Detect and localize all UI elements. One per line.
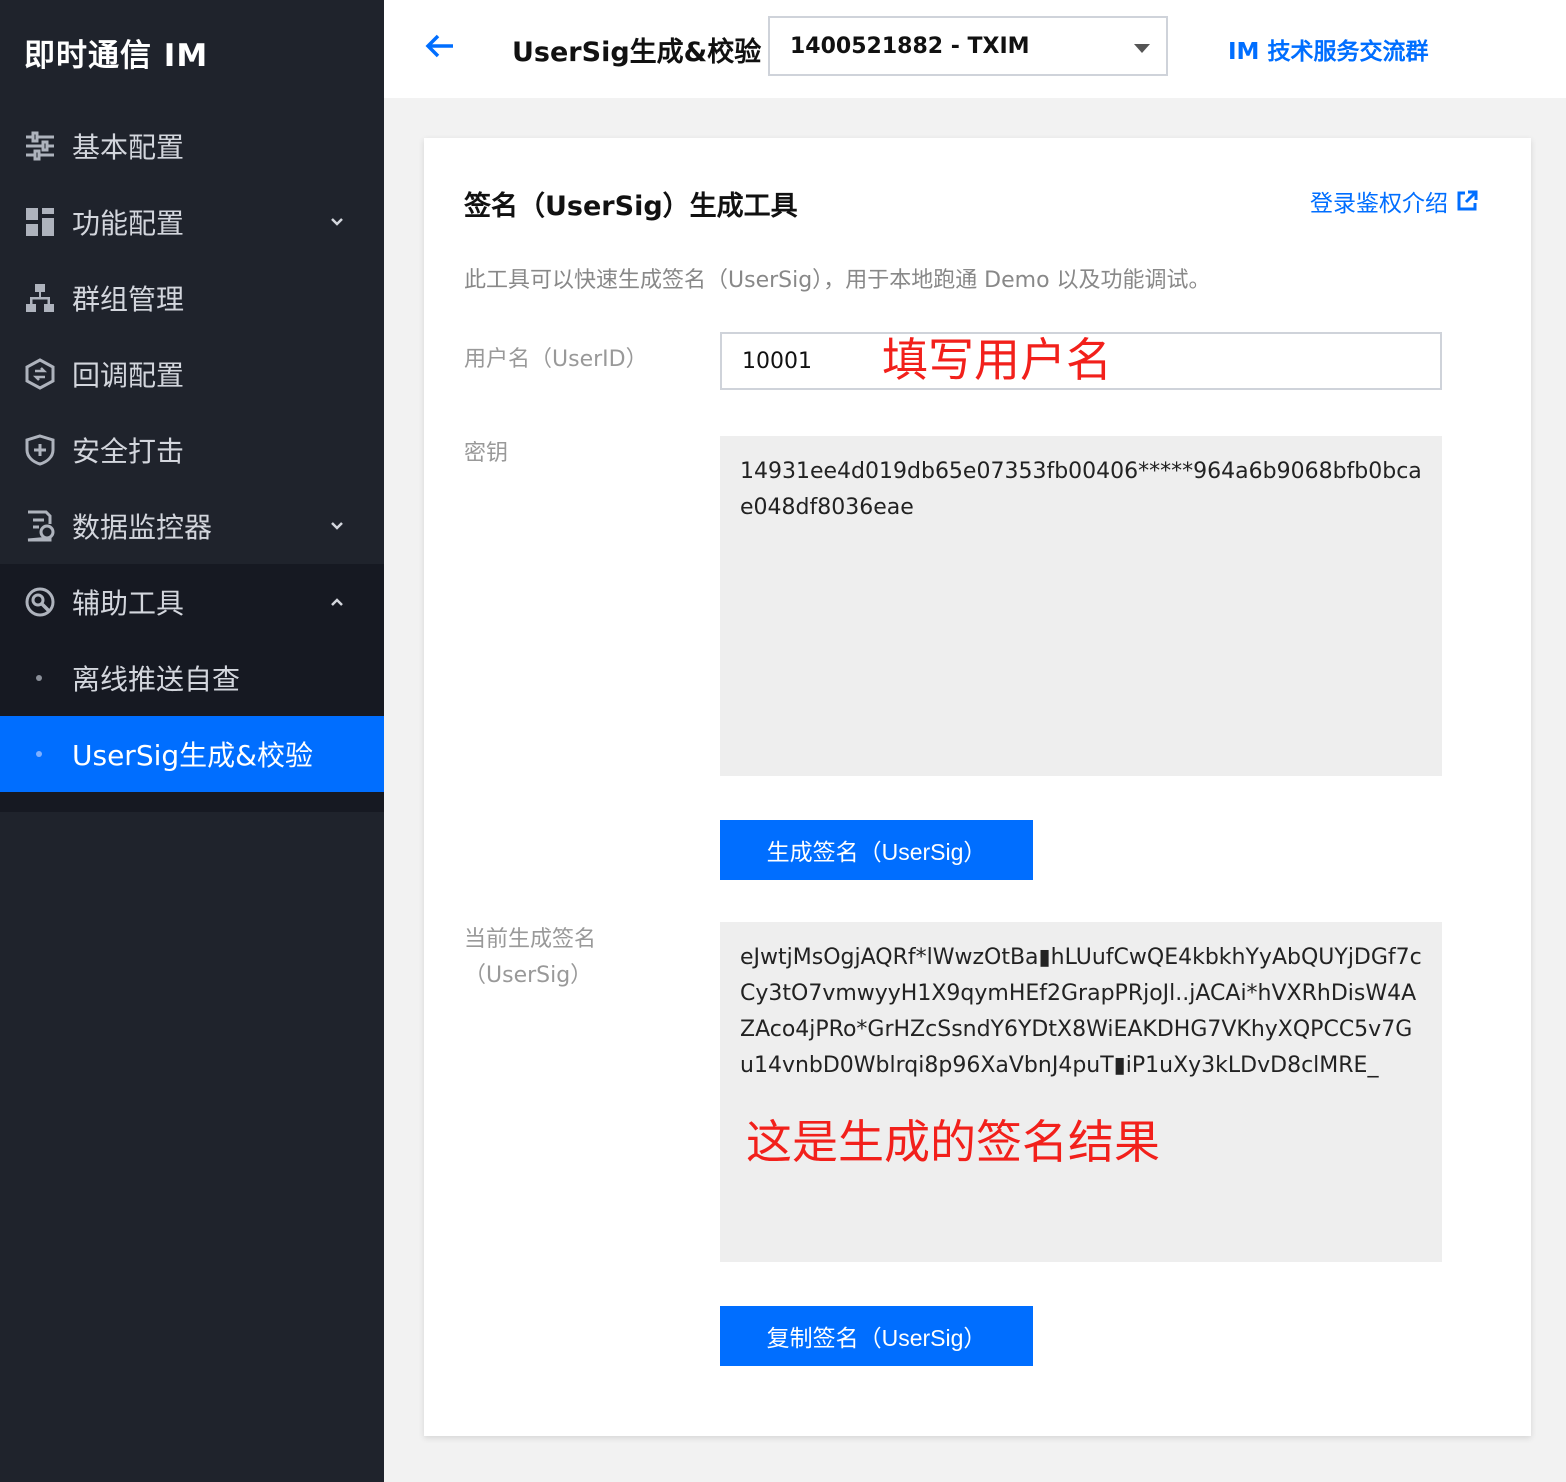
tools-icon xyxy=(25,587,55,617)
chevron-up-icon xyxy=(331,598,343,606)
secret-key-label: 密钥 xyxy=(464,441,509,466)
chevron-down-icon xyxy=(331,218,343,226)
sidebar-subitem-offline-push-check[interactable]: 离线推送自查 xyxy=(0,640,384,716)
sidebar-item-label: 数据监控器 xyxy=(72,511,213,544)
monitor-doc-icon xyxy=(27,510,55,542)
callback-icon xyxy=(25,358,55,390)
bullet-dot xyxy=(36,675,42,681)
tech-group-link[interactable]: IM 技术服务交流群 xyxy=(1228,32,1428,66)
back-arrow-icon[interactable] xyxy=(424,30,456,62)
sidebar-item-label: 功能配置 xyxy=(72,207,185,240)
secret-key-textarea[interactable]: 14931ee4d019db65e07353fb00406*****964a6b… xyxy=(720,436,1442,776)
sig-result-annotation: 这是生成的签名结果 xyxy=(746,1115,1160,1169)
current-sig-label: 当前生成签名 （UserSig） xyxy=(464,922,596,994)
brand-title: 即时通信 IM xyxy=(24,38,209,74)
userid-annotation: 填写用户名 xyxy=(882,333,1112,387)
card-title: 签名（UserSig）生成工具 xyxy=(464,191,798,222)
caret-down-icon xyxy=(1134,44,1150,53)
sidebar-item-label: 基本配置 xyxy=(72,131,185,164)
generate-usersig-button[interactable]: 生成签名（UserSig） xyxy=(720,820,1033,880)
sidebar-item-label: 群组管理 xyxy=(72,283,185,316)
sidebar-item-callback-config[interactable]: 回调配置 xyxy=(0,336,384,412)
shield-icon xyxy=(25,434,55,466)
sidebar-subitem-label: 离线推送自查 xyxy=(72,663,241,696)
auth-intro-link[interactable]: 登录鉴权介绍 xyxy=(1310,184,1478,218)
usersig-result-textarea[interactable]: eJwtjMsOgjAQRf*lWwzOtBa▮hLUufCwQE4kbkhYy… xyxy=(720,922,1442,1262)
sidebar-item-basic-config[interactable]: 基本配置 xyxy=(0,108,384,184)
sidebar-item-label: 回调配置 xyxy=(72,359,185,392)
sidebar-subitem-usersig[interactable]: UserSig生成&校验 xyxy=(0,716,384,792)
top-bar: UserSig生成&校验 1400521882 - TXIM IM 技术服务交流… xyxy=(384,0,1566,98)
tool-description: 此工具可以快速生成签名（UserSig），用于本地跑通 Demo 以及功能调试。 xyxy=(464,268,1211,293)
bullet-dot xyxy=(36,751,42,757)
grid-icon xyxy=(26,208,54,236)
sidebar-item-tools[interactable]: 辅助工具 xyxy=(0,564,384,640)
current-sig-label-line1: 当前生成签名 xyxy=(464,927,597,952)
usersig-card: 签名（UserSig）生成工具 登录鉴权介绍 此工具可以快速生成签名（UserS… xyxy=(424,138,1531,1436)
sidebar: 即时通信 IM 基本配置 功能配置 群组管理 回调配置 安全打击 数据监控器 辅… xyxy=(0,0,384,1482)
userid-value: 10001 xyxy=(742,349,812,374)
page-title: UserSig生成&校验 xyxy=(512,37,762,68)
sidebar-item-group-management[interactable]: 群组管理 xyxy=(0,260,384,336)
app-select-dropdown[interactable]: 1400521882 - TXIM xyxy=(768,16,1168,76)
auth-intro-label: 登录鉴权介绍 xyxy=(1310,191,1448,217)
sidebar-item-label: 辅助工具 xyxy=(72,587,185,620)
copy-usersig-button[interactable]: 复制签名（UserSig） xyxy=(720,1306,1033,1366)
sidebar-item-data-monitor[interactable]: 数据监控器 xyxy=(0,488,384,564)
external-link-icon xyxy=(1457,190,1478,211)
userid-label: 用户名（UserID） xyxy=(464,347,648,372)
current-sig-label-line2: （UserSig） xyxy=(464,963,593,988)
app-select-value: 1400521882 - TXIM xyxy=(790,34,1030,59)
sliders-icon xyxy=(26,131,54,161)
sidebar-item-security[interactable]: 安全打击 xyxy=(0,412,384,488)
chevron-down-icon xyxy=(331,522,343,530)
org-chart-icon xyxy=(26,284,54,312)
sidebar-subitem-label: UserSig生成&校验 xyxy=(72,739,313,772)
sidebar-item-feature-config[interactable]: 功能配置 xyxy=(0,184,384,260)
sidebar-item-label: 安全打击 xyxy=(72,435,185,468)
